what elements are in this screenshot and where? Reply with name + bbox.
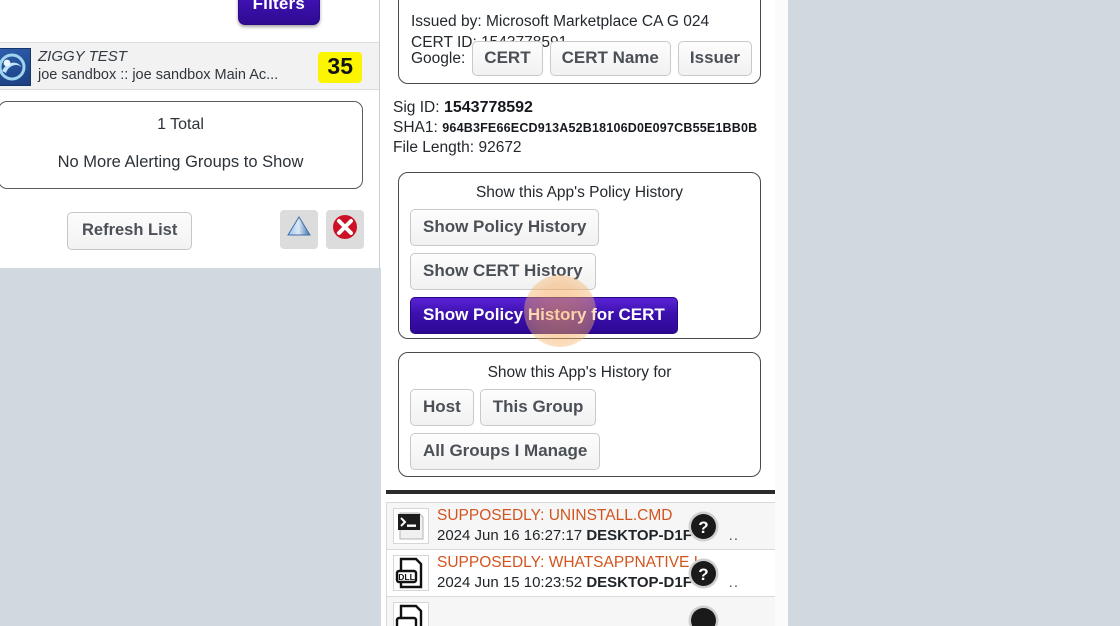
file-meta: 2024 Jun 15 10:23:52 DESKTOP-D1F: [437, 573, 698, 593]
app-history-row-1: Host This Group: [410, 389, 749, 426]
google-cert-name-button[interactable]: CERT Name: [549, 41, 671, 76]
truncation-ellipsis: ..: [728, 527, 739, 544]
totals-box: 1 Total No More Alerting Groups to Show: [0, 101, 363, 189]
certificate-info-box: Issued by: Microsoft Marketplace CA G 02…: [398, 0, 761, 84]
show-policy-history-for-cert-button[interactable]: Show Policy History for CERT: [410, 297, 678, 334]
app-root: Filters ZIGGY TEST joe sandbox :: joe sa…: [0, 0, 1120, 626]
issued-by-line: Issued by: Microsoft Marketplace CA G 02…: [411, 11, 760, 32]
globe-swirl-icon: [0, 48, 31, 86]
show-policy-history-button[interactable]: Show Policy History: [410, 209, 600, 246]
filters-row: Filters: [0, 0, 379, 28]
sig-id-row: Sig ID: 1543778592: [393, 98, 757, 118]
file-name: SUPPOSEDLY: UNINSTALL.CMD: [437, 507, 673, 524]
group-name: ZIGGY TEST: [38, 48, 127, 65]
sha1-row: SHA1: 964B3FE66ECD913A52B18106D0E097CB55…: [393, 118, 757, 138]
sig-id-value: 1543778592: [443, 99, 533, 116]
truncation-ellipsis: ..: [728, 574, 739, 591]
policy-history-row-3: Show Policy History for CERT: [410, 297, 749, 334]
issued-by-label: Issued by:: [411, 13, 482, 30]
file-timestamp: 2024 Jun 15 10:23:52: [437, 574, 583, 591]
policy-history-buttons: Show Policy History Show CERT History Sh…: [399, 209, 760, 334]
refresh-list-button[interactable]: Refresh List: [67, 212, 193, 250]
history-all-groups-button[interactable]: All Groups I Manage: [410, 433, 601, 470]
panel-gutter: [775, 0, 788, 626]
question-mark-icon[interactable]: [687, 604, 720, 626]
policy-history-fieldset: Show this App's Policy History Show Poli…: [398, 172, 761, 339]
table-row[interactable]: SUPPOSEDLY: UNINSTALL.CMD 2024 Jun 16 16…: [386, 502, 775, 549]
svg-text:?: ?: [698, 565, 708, 584]
svg-text:DLL: DLL: [398, 572, 415, 582]
table-row[interactable]: [386, 596, 775, 626]
file-event-list: SUPPOSEDLY: UNINSTALL.CMD 2024 Jun 16 16…: [386, 502, 775, 626]
sig-id-label: Sig ID:: [393, 99, 440, 116]
group-text: ZIGGY TEST joe sandbox :: joe sandbox Ma…: [38, 47, 278, 85]
policy-history-title: Show this App's Policy History: [475, 184, 684, 201]
signature-info-block: Sig ID: 1543778592 SHA1: 964B3FE66ECD913…: [393, 98, 757, 158]
app-history-fieldset: Show this App's History for Host This Gr…: [398, 352, 761, 477]
scroll-up-button[interactable]: [280, 210, 318, 249]
file-length-row: File Length: 92672: [393, 138, 757, 158]
dll-file-icon: DLL: [393, 555, 429, 591]
sha1-label: SHA1:: [393, 119, 438, 136]
table-row[interactable]: DLL SUPPOSEDLY: WHATSAPPNATIVE.I 2024 Ju…: [386, 549, 775, 596]
app-history-row-2: All Groups I Manage: [410, 433, 749, 470]
question-mark-icon[interactable]: ?: [687, 557, 720, 590]
svg-text:?: ?: [698, 518, 708, 537]
file-length-label: File Length:: [393, 139, 474, 156]
history-host-button[interactable]: Host: [410, 389, 474, 426]
group-alert-count-badge: 35: [318, 52, 362, 83]
google-label: Google:: [411, 49, 466, 67]
group-subtitle: joe sandbox :: joe sandbox Main Ac...: [38, 67, 279, 83]
question-mark-icon[interactable]: ?: [687, 510, 720, 543]
app-detail-panel: Issued by: Microsoft Marketplace CA G 02…: [381, 0, 775, 626]
file-text: SUPPOSEDLY: WHATSAPPNATIVE.I 2024 Jun 15…: [437, 553, 698, 593]
app-history-buttons: Host This Group All Groups I Manage: [399, 389, 760, 470]
file-host: DESKTOP-D1F: [586, 527, 692, 544]
alerting-group-row[interactable]: ZIGGY TEST joe sandbox :: joe sandbox Ma…: [0, 42, 379, 90]
red-circle-x-icon: [333, 215, 357, 239]
alerting-groups-panel: Filters ZIGGY TEST joe sandbox :: joe sa…: [0, 0, 380, 268]
file-text: SUPPOSEDLY: UNINSTALL.CMD 2024 Jun 16 16…: [437, 506, 692, 546]
file-length-value: 92672: [478, 139, 522, 156]
show-cert-history-button[interactable]: Show CERT History: [410, 253, 596, 290]
google-search-row: Google: CERT CERT Name Issuer: [411, 41, 752, 76]
close-panel-button[interactable]: [326, 210, 364, 249]
google-issuer-button[interactable]: Issuer: [677, 41, 752, 76]
app-history-title: Show this App's History for: [487, 364, 672, 381]
section-divider: [386, 490, 775, 494]
blue-triangle-up-icon: [287, 216, 311, 236]
right-background-area: [788, 0, 1120, 626]
policy-history-row-2: Show CERT History: [410, 253, 749, 290]
dll-file-icon: [393, 602, 429, 626]
policy-history-row-1: Show Policy History: [410, 209, 749, 246]
file-host: DESKTOP-D1F: [586, 574, 692, 591]
no-more-groups-label: No More Alerting Groups to Show: [57, 153, 304, 171]
file-meta: 2024 Jun 16 16:27:17 DESKTOP-D1F: [437, 526, 692, 546]
file-name: SUPPOSEDLY: WHATSAPPNATIVE.I: [437, 554, 698, 571]
filters-button[interactable]: Filters: [237, 0, 320, 25]
total-count-label: 1 Total: [157, 116, 204, 133]
history-this-group-button[interactable]: This Group: [479, 389, 597, 426]
cmd-file-icon: [393, 508, 429, 544]
issued-by-value: Microsoft Marketplace CA G 024: [485, 13, 710, 30]
file-timestamp: 2024 Jun 16 16:27:17: [437, 527, 583, 544]
sha1-value: 964B3FE66ECD913A52B18106D0E097CB55E1BB0B: [442, 121, 758, 135]
left-lower-background: [0, 268, 381, 626]
google-cert-button[interactable]: CERT: [472, 41, 543, 76]
